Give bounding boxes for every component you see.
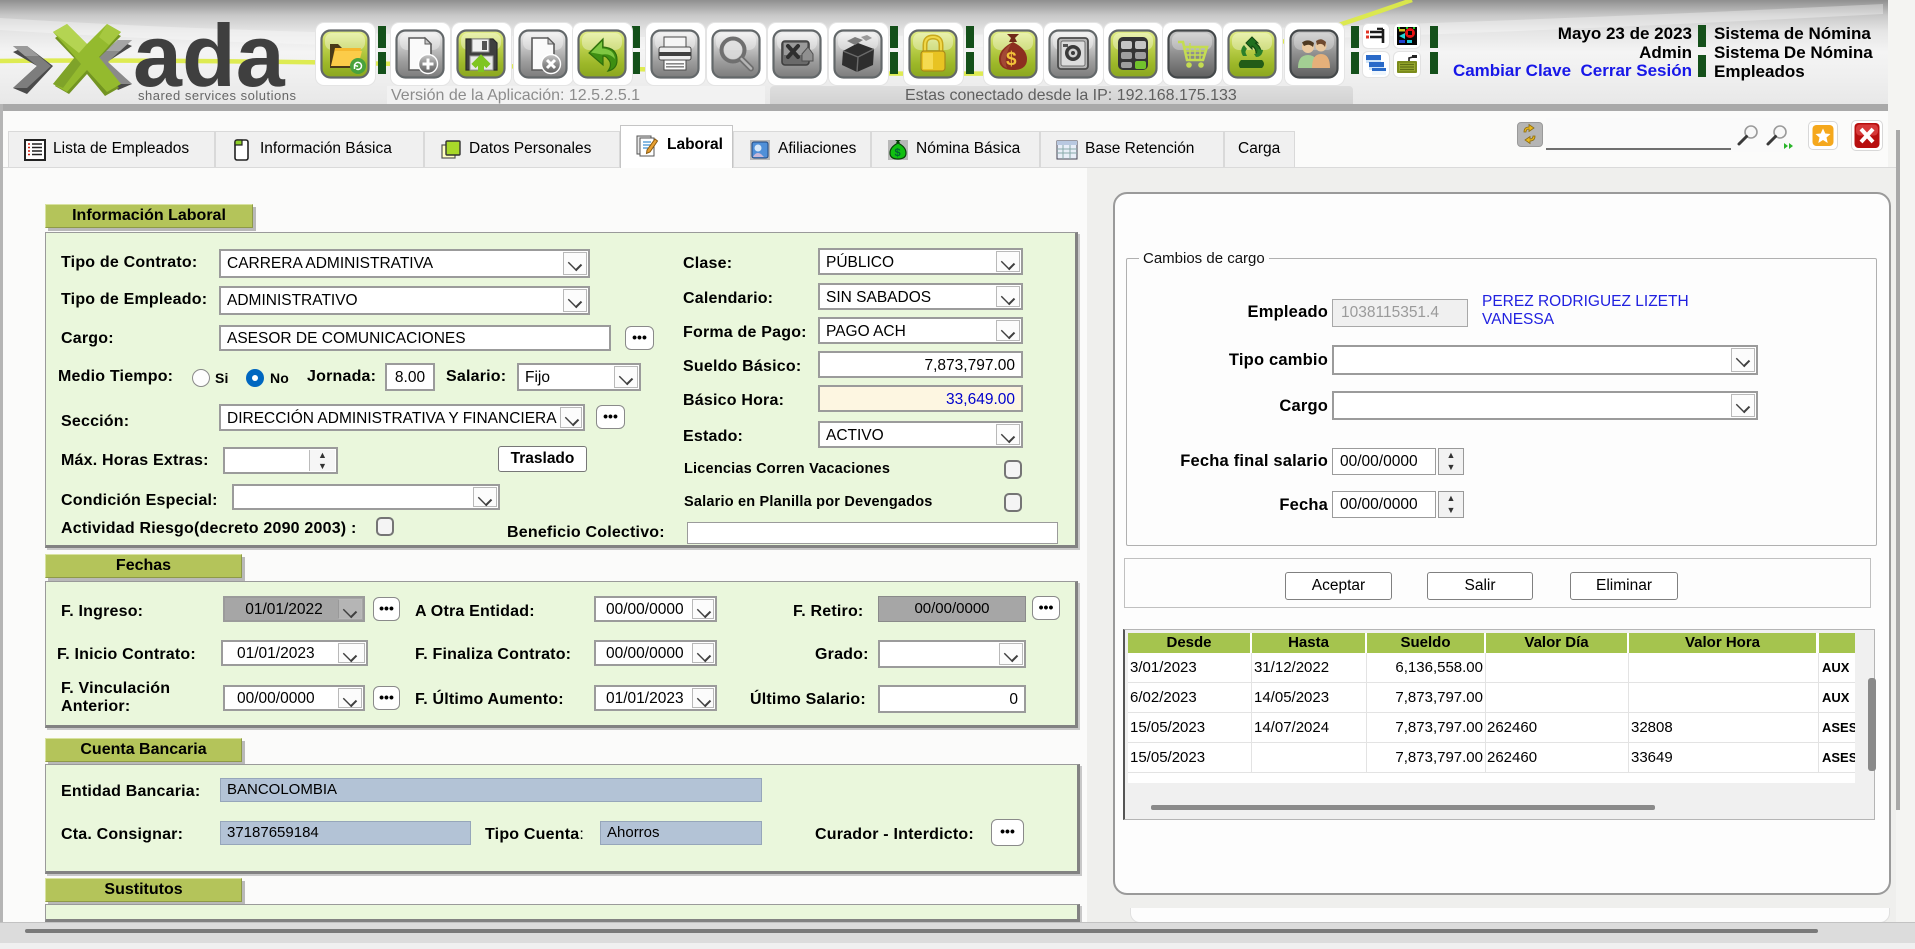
svg-text:$: $ bbox=[1006, 49, 1017, 70]
svg-text:$: $ bbox=[895, 147, 901, 159]
